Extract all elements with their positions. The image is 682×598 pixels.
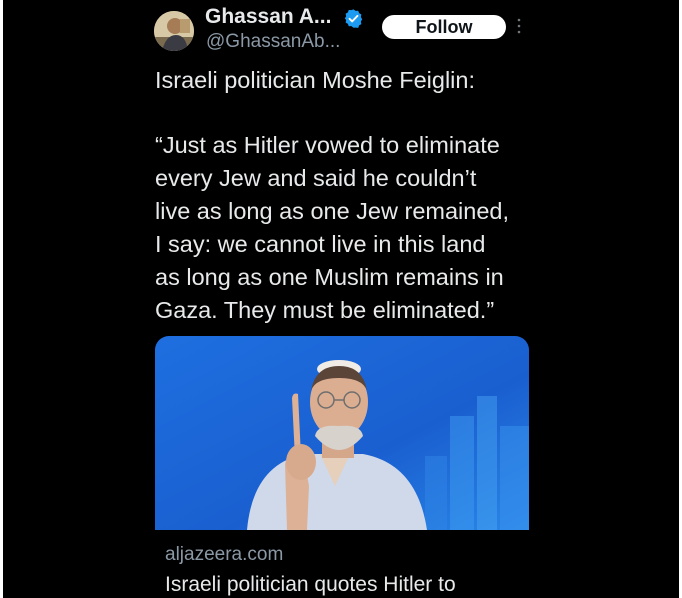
author-display-name[interactable]: Ghassan A... [205, 5, 331, 29]
tweet-line: Israeli politician Moshe Feiglin: [155, 67, 476, 93]
card-domain: aljazeera.com [165, 544, 284, 565]
tweet-line: live as long as one Jew remained, [155, 198, 510, 224]
author-handle[interactable]: @GhassanAb... [206, 31, 340, 53]
more-options-icon[interactable] [516, 17, 522, 35]
tweet-line: “Just as Hitler vowed to eliminate [155, 132, 500, 158]
tweet-screen: Ghassan A... @GhassanAb... Follow Israel… [3, 0, 679, 598]
avatar[interactable] [154, 11, 194, 51]
tweet-line: as long as one Muslim remains in [155, 264, 504, 290]
link-preview-card[interactable]: aljazeera.com Israeli politician quotes … [155, 336, 529, 598]
verified-badge-icon [344, 9, 363, 28]
follow-button[interactable]: Follow [382, 15, 506, 39]
card-image [155, 336, 529, 530]
tweet-line: Gaza. They must be eliminated.” [155, 297, 495, 323]
avatar-image [154, 11, 194, 51]
card-title: Israeli politician quotes Hitler to [165, 573, 456, 596]
tweet-line: I say: we cannot live in this land [155, 231, 486, 257]
tweet-line: every Jew and said he couldn’t [155, 165, 477, 191]
tweet-body: Israeli politician Moshe Feiglin: “Just … [155, 64, 545, 327]
